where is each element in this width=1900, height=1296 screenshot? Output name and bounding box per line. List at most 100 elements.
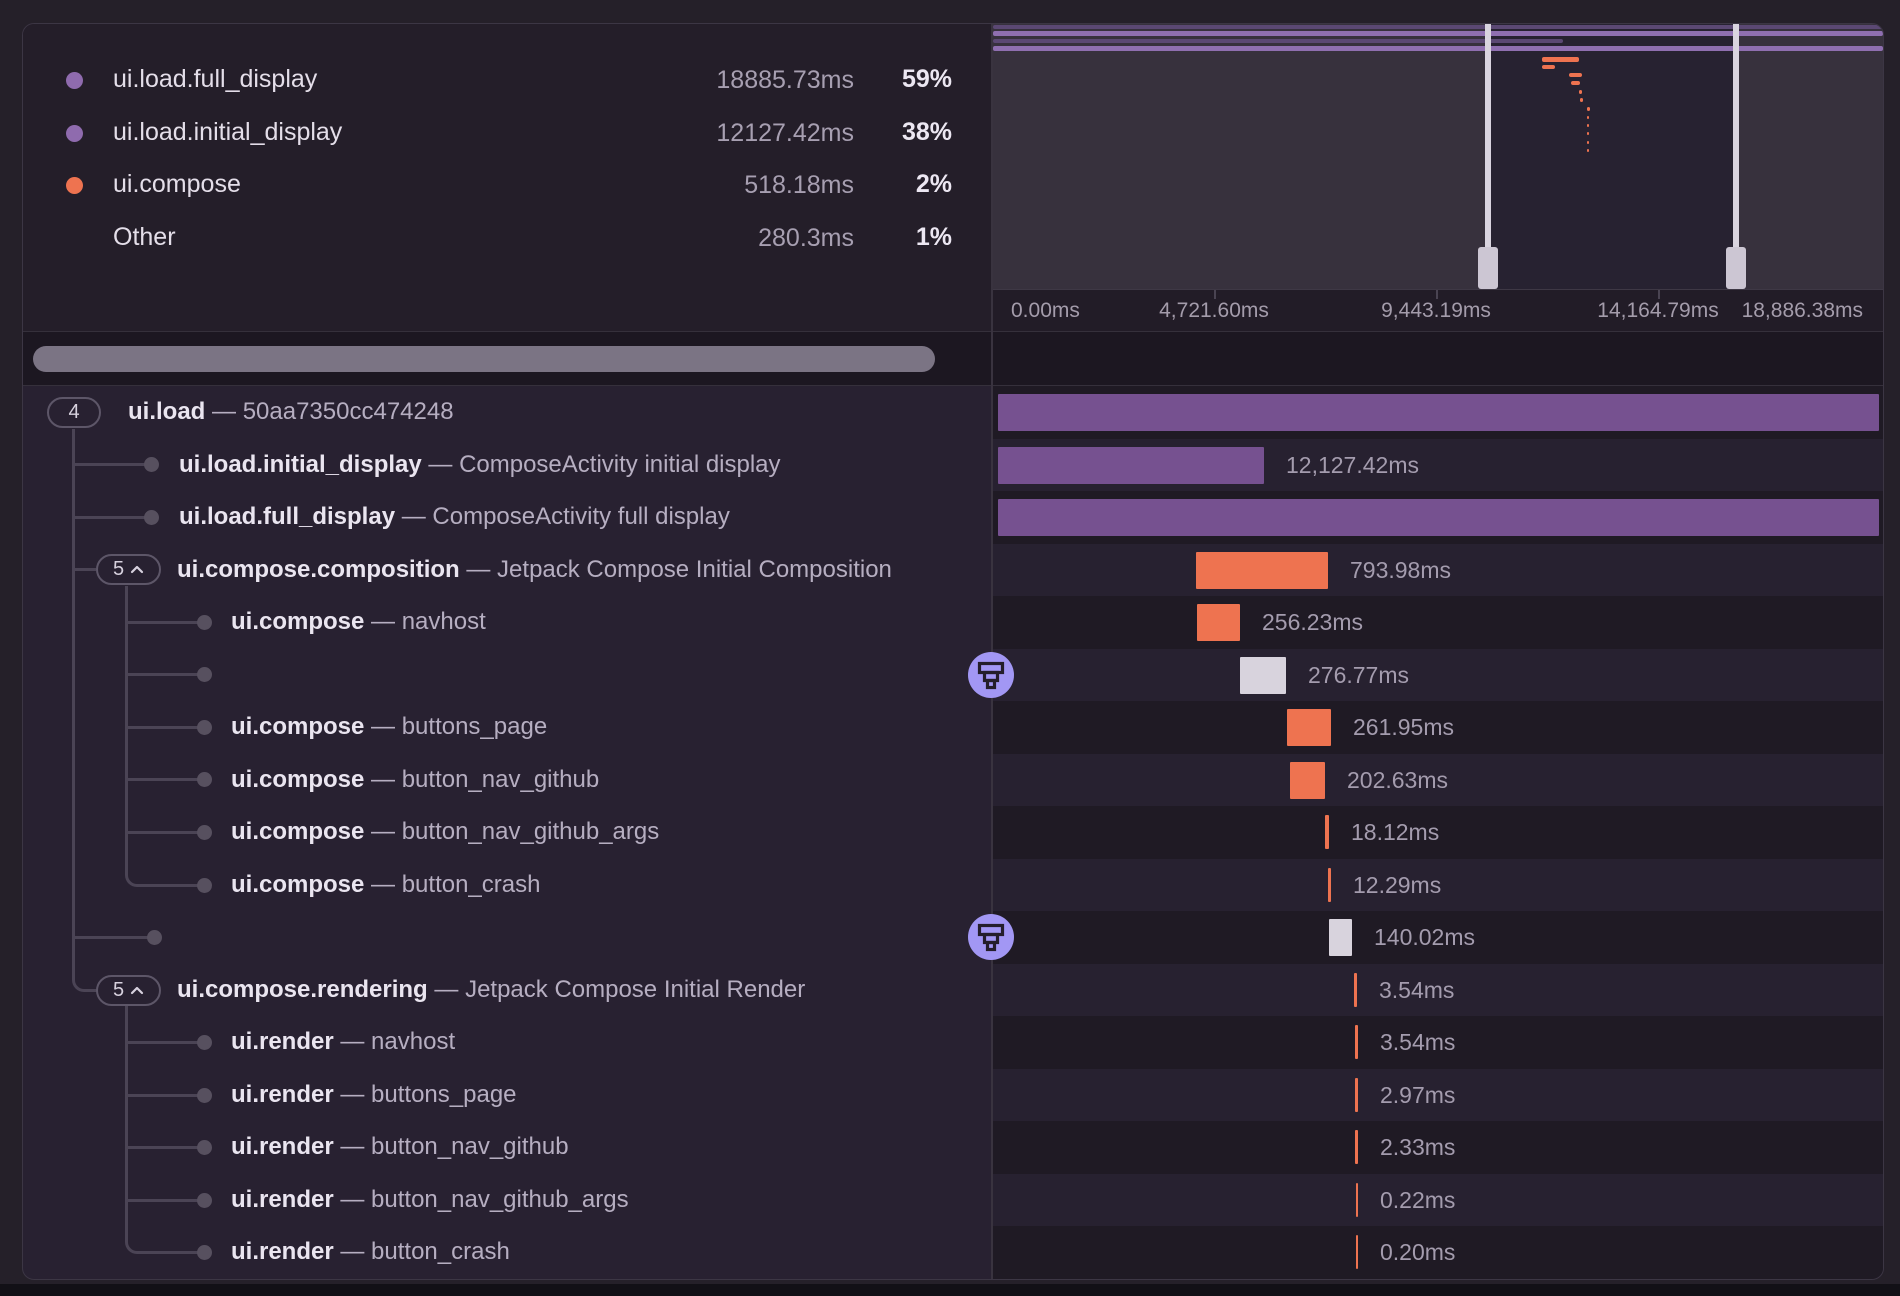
tree-connector-line xyxy=(125,586,128,873)
tree-connector-line xyxy=(75,936,150,939)
span-duration-bar[interactable] xyxy=(998,394,1879,431)
span-duration-bar[interactable] xyxy=(1196,552,1328,589)
tree-node-dot xyxy=(197,1193,212,1208)
tree-connector-line xyxy=(127,673,201,676)
span-bar-cell[interactable]: 3.54ms xyxy=(993,964,1883,1017)
span-row-label: ui.compose.rendering — Jetpack Compose I… xyxy=(177,964,805,1016)
horizontal-scrollbar-thumb[interactable] xyxy=(33,346,935,372)
minimap-span-dash xyxy=(1579,90,1582,94)
span-op: ui.render xyxy=(231,1081,334,1108)
tree-connector-line xyxy=(75,516,147,519)
span-duration-label: 12.29ms xyxy=(1353,859,1441,911)
span-duration-bar[interactable] xyxy=(1356,1183,1358,1217)
span-duration-bar[interactable] xyxy=(1355,1130,1358,1164)
legend-item-label: ui.load.initial_display xyxy=(113,118,342,147)
profile-icon[interactable] xyxy=(968,652,1014,698)
span-duration-bar[interactable] xyxy=(1290,762,1325,799)
axis-tick xyxy=(1658,290,1660,299)
badge-count: 5 xyxy=(113,979,124,1002)
legend-item-label: ui.compose xyxy=(113,170,241,199)
minimap-dim-overlay xyxy=(1736,24,1883,289)
tree-connector-line xyxy=(127,621,201,624)
tree-connector-line xyxy=(127,726,201,729)
span-duration-bar[interactable] xyxy=(1355,1078,1358,1112)
legend-item-percent: 38% xyxy=(902,118,952,147)
span-bar-cell[interactable]: 0.20ms xyxy=(993,1226,1883,1279)
span-bar-cell[interactable]: 2.97ms xyxy=(993,1069,1883,1122)
span-row-label: ui.compose — buttons_page xyxy=(231,701,547,753)
span-bar-cell[interactable]: 140.02ms xyxy=(993,911,1883,964)
span-bar-cell[interactable]: 12,127.42ms xyxy=(993,439,1883,492)
span-separator: — xyxy=(334,1186,371,1213)
legend-item-duration: 518.18ms xyxy=(744,171,854,200)
tree-connector-elbow xyxy=(125,873,206,887)
span-duration-bar[interactable] xyxy=(1328,868,1331,902)
span-description: button_nav_github_args xyxy=(371,1186,629,1213)
legend-item: ui.load.initial_display 12127.42ms 38% xyxy=(23,115,991,151)
span-count-badge[interactable]: 5 xyxy=(96,975,161,1006)
horizontal-scrollbar-track[interactable] xyxy=(23,331,1883,386)
span-duration-bar[interactable] xyxy=(1325,815,1329,849)
span-op: ui.compose xyxy=(231,818,364,845)
span-separator: — xyxy=(364,871,401,898)
tree-connector-elbow xyxy=(72,978,98,992)
legend-item-percent: 59% xyxy=(902,65,952,94)
tree-connector-line xyxy=(127,1199,201,1202)
span-bar-cell[interactable]: 793.98ms xyxy=(993,544,1883,597)
span-bar-cell[interactable] xyxy=(993,386,1883,439)
span-bar-cell[interactable]: 3.54ms xyxy=(993,1016,1883,1069)
profile-icon[interactable] xyxy=(968,914,1014,960)
minimap-span-line xyxy=(993,25,1883,29)
span-separator: — xyxy=(364,766,401,793)
span-description: navhost xyxy=(402,608,486,635)
span-duration-label: 276.77ms xyxy=(1308,649,1409,701)
span-bar-cell[interactable] xyxy=(993,491,1883,544)
span-row-label: ui.render — button_nav_github_args xyxy=(231,1174,629,1226)
span-count-badge[interactable]: 4 xyxy=(47,397,101,428)
minimap-span-dash xyxy=(1571,81,1580,85)
tree-node-dot xyxy=(197,720,212,735)
legend-item-duration: 12127.42ms xyxy=(716,119,854,148)
span-duration-bar[interactable] xyxy=(1355,1025,1358,1059)
span-duration-bar[interactable] xyxy=(1240,657,1286,694)
span-row-label: ui.render — button_nav_github xyxy=(231,1121,569,1173)
span-duration-bar[interactable] xyxy=(1356,1235,1358,1269)
span-row-label: ui.render — button_crash xyxy=(231,1226,510,1278)
span-duration-bar[interactable] xyxy=(1287,709,1331,746)
span-count-badge[interactable]: 5 xyxy=(96,554,161,585)
span-bar-cell[interactable]: 276.77ms xyxy=(993,649,1883,702)
span-bar-cell[interactable]: 261.95ms xyxy=(993,701,1883,754)
span-duration-label: 793.98ms xyxy=(1350,544,1451,596)
span-duration-label: 2.97ms xyxy=(1380,1069,1455,1121)
span-duration-label: 140.02ms xyxy=(1374,911,1475,963)
minimap-scrubber-grip[interactable] xyxy=(1726,247,1746,289)
span-description: button_crash xyxy=(371,1238,510,1265)
legend-item-label: ui.load.full_display xyxy=(113,65,317,94)
span-legend: ui.load.full_display18885.73ms59%ui.load… xyxy=(23,24,991,331)
span-bar-cell[interactable]: 256.23ms xyxy=(993,596,1883,649)
minimap-scrubber-grip[interactable] xyxy=(1478,247,1498,289)
span-bar-cell[interactable]: 0.22ms xyxy=(993,1174,1883,1227)
span-duration-bar[interactable] xyxy=(1197,604,1240,641)
span-bar-cell[interactable]: 202.63ms xyxy=(993,754,1883,807)
span-bar-cell[interactable]: 18.12ms xyxy=(993,806,1883,859)
minimap-span-dash xyxy=(1587,107,1590,111)
span-duration-bar[interactable] xyxy=(998,447,1264,484)
span-op: ui.compose xyxy=(231,713,364,740)
tree-node-dot xyxy=(197,1035,212,1050)
span-duration-label: 3.54ms xyxy=(1380,1016,1455,1068)
span-duration-bar[interactable] xyxy=(998,499,1879,536)
span-duration-bar[interactable] xyxy=(1329,919,1352,956)
span-separator: — xyxy=(334,1238,371,1265)
span-description: Jetpack Compose Initial Composition xyxy=(497,556,892,583)
span-description: button_nav_github xyxy=(371,1133,569,1160)
span-bar-cell[interactable]: 2.33ms xyxy=(993,1121,1883,1174)
span-duration-bar[interactable] xyxy=(1354,973,1357,1007)
span-bar-cell[interactable]: 12.29ms xyxy=(993,859,1883,912)
span-separator: — xyxy=(205,398,242,425)
legend-item-label: Other xyxy=(113,223,176,252)
trace-minimap[interactable] xyxy=(993,24,1883,289)
legend-item: Other280.3ms1% xyxy=(23,220,991,256)
legend-item-percent: 1% xyxy=(916,223,952,252)
span-description: button_nav_github_args xyxy=(402,818,660,845)
